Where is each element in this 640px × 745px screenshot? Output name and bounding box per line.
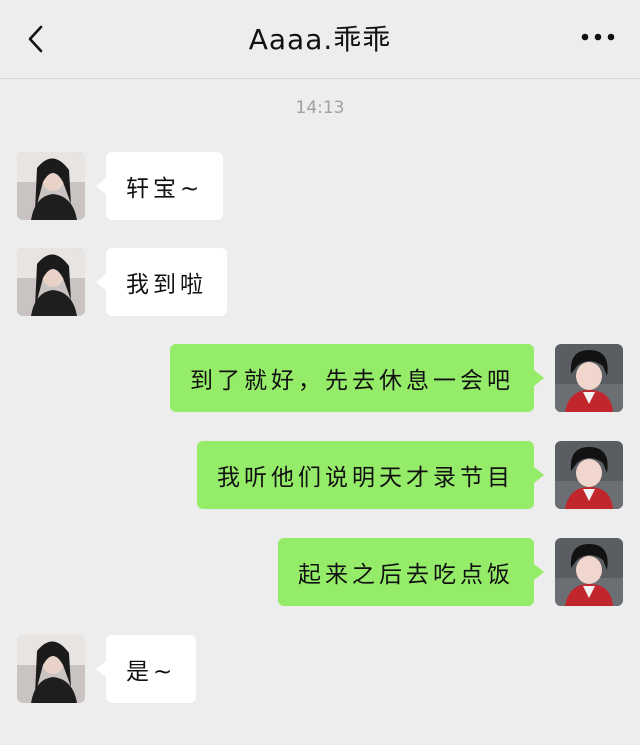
contact-avatar[interactable]	[17, 152, 85, 220]
message-row: 轩宝~	[0, 152, 640, 220]
message-row: 我听他们说明天才录节目	[0, 441, 640, 509]
more-button[interactable]	[578, 22, 618, 52]
bubble-tail	[96, 661, 106, 677]
message-row: 起来之后去吃点饭	[0, 538, 640, 606]
bubble-tail	[96, 178, 106, 194]
incoming-message-bubble[interactable]: 轩宝~	[106, 152, 224, 220]
more-dots-icon	[581, 33, 615, 41]
self-avatar[interactable]	[555, 344, 623, 412]
message-row: 我到啦	[0, 248, 640, 316]
contact-avatar[interactable]	[17, 635, 85, 703]
outgoing-message-bubble[interactable]: 我听他们说明天才录节目	[197, 441, 534, 509]
outgoing-message-bubble[interactable]: 起来之后去吃点饭	[278, 538, 534, 606]
contact-avatar[interactable]	[17, 248, 85, 316]
outgoing-message-bubble[interactable]: 到了就好，先去休息一会吧	[170, 344, 534, 412]
message-row: 到了就好，先去休息一会吧	[0, 344, 640, 412]
incoming-message-bubble[interactable]: 我到啦	[106, 248, 227, 316]
bubble-tail	[96, 274, 106, 290]
chat-header: Aaaa.乖乖	[0, 0, 640, 79]
self-avatar[interactable]	[555, 538, 623, 606]
bubble-tail	[534, 564, 544, 580]
self-avatar[interactable]	[555, 441, 623, 509]
message-timestamp: 14:13	[295, 98, 345, 118]
bubble-tail	[534, 370, 544, 386]
message-row: 是~	[0, 635, 640, 703]
bubble-tail	[534, 467, 544, 483]
chat-title: Aaaa.乖乖	[248, 23, 392, 56]
incoming-message-bubble[interactable]: 是~	[106, 635, 197, 703]
